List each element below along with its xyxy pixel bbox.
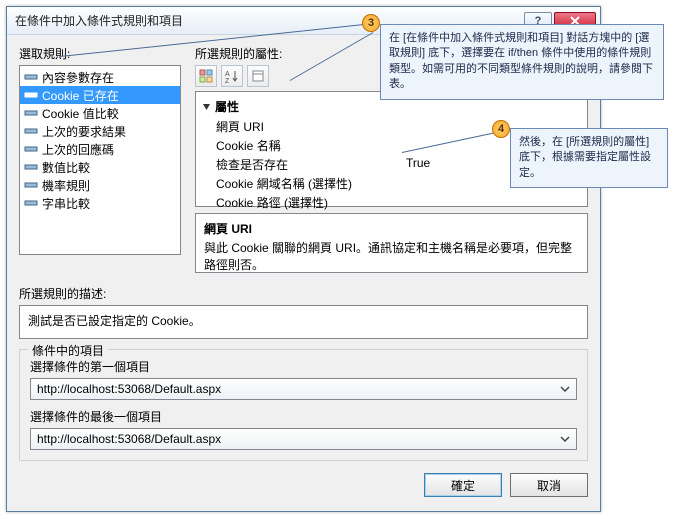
rule-item[interactable]: Cookie 已存在	[20, 86, 180, 104]
rule-list[interactable]: 內容參數存在 Cookie 已存在 Cookie 值比較 上次的要求結果	[19, 65, 181, 255]
callout-3-text: 在 [在條件中加入條件式規則和項目] 對話方塊中的 [選取規則] 底下，選擇要在…	[389, 32, 653, 90]
sort-az-button[interactable]: AZ	[221, 65, 243, 87]
rule-item-label: Cookie 已存在	[42, 87, 119, 104]
rule-item-label: 數值比較	[42, 159, 90, 176]
rule-item[interactable]: 內容參數存在	[20, 68, 180, 86]
property-row[interactable]: Cookie 路徑 (選擇性)	[196, 193, 587, 212]
last-item-combo[interactable]: http://localhost:53068/Default.aspx	[30, 428, 577, 450]
rule-item-label: Cookie 值比較	[42, 105, 119, 122]
callout-3: 在 [在條件中加入條件式規則和項目] 對話方塊中的 [選取規則] 底下，選擇要在…	[380, 24, 664, 100]
rule-item[interactable]: Cookie 值比較	[20, 104, 180, 122]
property-section-label: 屬性	[215, 98, 239, 115]
rule-description-section: 所選規則的描述: 測試是否已設定指定的 Cookie。	[19, 285, 588, 339]
property-description-panel: 網頁 URI 與此 Cookie 關聯的網頁 URI。通訊協定和主機名稱是必要項…	[195, 213, 588, 273]
callout-marker-4: 4	[492, 120, 510, 138]
svg-text:Z: Z	[225, 78, 230, 83]
first-item-label: 選擇條件的第一個項目	[30, 358, 577, 375]
cancel-button[interactable]: 取消	[510, 473, 588, 497]
rule-icon	[24, 178, 38, 192]
dialog-body: 選取規則: 內容參數存在 Cookie 已存在 Cookie 值比較	[7, 35, 600, 505]
categorize-button[interactable]	[195, 65, 217, 87]
last-item-value: http://localhost:53068/Default.aspx	[37, 432, 221, 446]
rule-description-text: 測試是否已設定指定的 Cookie。	[28, 314, 201, 328]
rule-icon	[24, 160, 38, 174]
property-name: Cookie 路徑 (選擇性)	[216, 194, 406, 211]
rule-item[interactable]: 數值比較	[20, 158, 180, 176]
callout-4-text: 然後，在 [所選規則的屬性] 底下，根據需要指定屬性設定。	[519, 136, 651, 179]
rule-item-label: 上次的回應碼	[42, 141, 114, 158]
items-group: 條件中的項目 選擇條件的第一個項目 http://localhost:53068…	[19, 349, 588, 461]
collapse-icon	[202, 102, 211, 111]
categorize-icon	[199, 69, 213, 83]
rule-icon	[24, 70, 38, 84]
property-pages-icon	[251, 69, 265, 83]
rule-icon	[24, 88, 38, 102]
chevron-down-icon	[557, 431, 573, 447]
rule-item[interactable]: 機率規則	[20, 176, 180, 194]
first-item-value: http://localhost:53068/Default.aspx	[37, 382, 221, 396]
rule-icon	[24, 196, 38, 210]
rule-item[interactable]: 字串比較	[20, 194, 180, 212]
rule-icon	[24, 106, 38, 120]
items-group-title: 條件中的項目	[28, 342, 108, 359]
first-item-combo[interactable]: http://localhost:53068/Default.aspx	[30, 378, 577, 400]
property-value[interactable]	[406, 194, 587, 211]
rule-item-label: 內容參數存在	[42, 69, 114, 86]
callout-marker-3: 3	[362, 14, 380, 32]
rule-description-label: 所選規則的描述:	[19, 285, 588, 302]
property-name: 檢查是否存在	[216, 156, 406, 173]
svg-text:A: A	[225, 71, 230, 78]
property-pages-button[interactable]	[247, 65, 269, 87]
property-name: Cookie 名稱	[216, 137, 406, 154]
callout-marker-4-number: 4	[498, 123, 504, 135]
property-description-body: 與此 Cookie 關聯的網頁 URI。通訊協定和主機名稱是必要項，但完整路徑則…	[204, 239, 579, 273]
dialog-buttons: 確定 取消	[19, 473, 588, 497]
property-name: Cookie 網域名稱 (選擇性)	[216, 175, 406, 192]
chevron-down-icon	[557, 381, 573, 397]
rule-list-column: 選取規則: 內容參數存在 Cookie 已存在 Cookie 值比較	[19, 45, 181, 273]
cancel-button-label: 取消	[537, 477, 561, 494]
rule-item[interactable]: 上次的要求結果	[20, 122, 180, 140]
rule-icon	[24, 124, 38, 138]
property-name: 網頁 URI	[216, 118, 406, 135]
ok-button-label: 確定	[451, 477, 475, 494]
rule-icon	[24, 142, 38, 156]
rule-item-label: 字串比較	[42, 195, 90, 212]
last-item-label: 選擇條件的最後一個項目	[30, 408, 577, 425]
callout-4: 然後，在 [所選規則的屬性] 底下，根據需要指定屬性設定。	[510, 128, 668, 188]
rule-item-label: 機率規則	[42, 177, 90, 194]
property-description-title: 網頁 URI	[204, 220, 579, 237]
callout-marker-3-number: 3	[368, 17, 374, 29]
select-rule-label: 選取規則:	[19, 45, 181, 62]
ok-button[interactable]: 確定	[424, 473, 502, 497]
rule-item[interactable]: 上次的回應碼	[20, 140, 180, 158]
rule-description-box: 測試是否已設定指定的 Cookie。	[19, 305, 588, 339]
sort-az-icon: AZ	[225, 69, 239, 83]
rule-item-label: 上次的要求結果	[42, 123, 126, 140]
